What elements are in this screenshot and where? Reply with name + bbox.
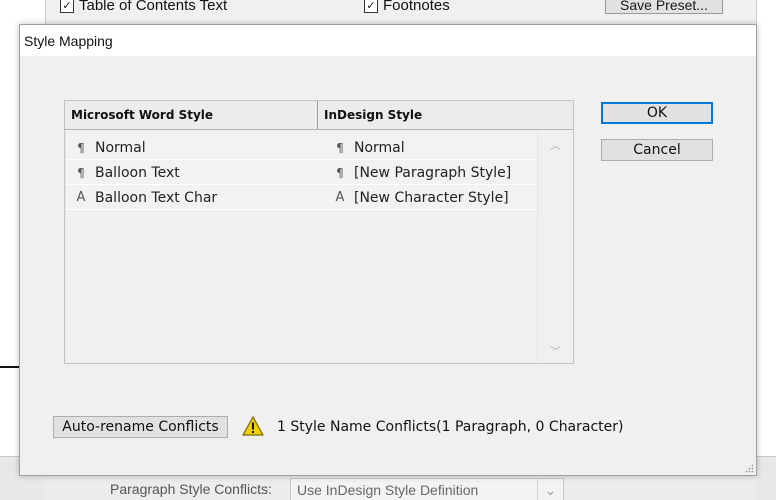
chevron-down-icon[interactable]: ﹀ [538, 343, 573, 359]
paragraph-style-conflicts-label: Paragraph Style Conflicts: [110, 481, 272, 497]
indesign-style-cell[interactable]: ¶ [New Paragraph Style] [333, 160, 511, 185]
footnotes-label: Footnotes [383, 0, 450, 14]
auto-rename-conflicts-button[interactable]: Auto-rename Conflicts [53, 416, 228, 438]
chevron-down-icon: ⌄ [537, 479, 563, 500]
character-icon: A [76, 190, 86, 205]
paragraph-icon: ¶ [336, 165, 344, 180]
toc-text-label: Table of Contents Text [79, 0, 228, 14]
divider-line [0, 366, 20, 368]
cancel-button[interactable]: Cancel [601, 139, 713, 161]
word-style-cell: A Balloon Text Char [74, 185, 218, 210]
word-style-cell: ¶ Balloon Text [74, 160, 180, 185]
indesign-style-name: [New Paragraph Style] [354, 164, 512, 181]
indesign-style-cell[interactable]: ¶ Normal [333, 135, 405, 160]
table-row[interactable]: ¶ Balloon Text ¶ [New Paragraph Style] [66, 160, 540, 185]
style-mapping-table: Microsoft Word Style InDesign Style ¶ No… [64, 100, 574, 364]
vertical-scrollbar[interactable]: ︿ ﹀ [537, 131, 573, 363]
paragraph-icon: ¶ [77, 165, 85, 180]
dialog-title: Style Mapping [24, 33, 113, 49]
dialog-titlebar[interactable]: Style Mapping [20, 25, 756, 56]
table-body: ¶ Normal ¶ Normal ¶ Balloon Text ¶ [New … [65, 131, 540, 363]
toc-text-checkbox[interactable]: ✓ Table of Contents Text [60, 0, 227, 14]
word-style-name: Normal [95, 139, 146, 156]
warning-icon [242, 416, 264, 436]
checkmark-icon: ✓ [364, 0, 378, 13]
checkmark-icon: ✓ [60, 0, 74, 13]
indesign-style-name: [New Character Style] [354, 189, 509, 206]
conflicts-status-text: 1 Style Name Conflicts(1 Paragraph, 0 Ch… [277, 419, 624, 435]
resize-grip-icon[interactable] [744, 463, 754, 473]
column-header-indesign-style[interactable]: InDesign Style [318, 101, 573, 129]
indesign-style-name: Normal [354, 139, 405, 156]
character-icon: A [335, 190, 345, 205]
footnotes-checkbox[interactable]: ✓ Footnotes [364, 0, 450, 14]
style-mapping-dialog: Style Mapping Microsoft Word Style InDes… [19, 24, 757, 476]
word-style-name: Balloon Text Char [95, 189, 218, 206]
paragraph-style-conflicts-select[interactable]: Use InDesign Style Definition ⌄ [290, 478, 564, 500]
table-row[interactable]: ¶ Normal ¶ Normal [66, 135, 540, 160]
column-header-word-style[interactable]: Microsoft Word Style [65, 101, 318, 129]
table-row[interactable]: A Balloon Text Char A [New Character Sty… [66, 185, 540, 210]
table-header: Microsoft Word Style InDesign Style [65, 101, 573, 130]
ok-button[interactable]: OK [601, 102, 713, 124]
save-preset-button[interactable]: Save Preset... [605, 0, 723, 14]
chevron-up-icon[interactable]: ︿ [538, 137, 573, 153]
indesign-style-cell[interactable]: A [New Character Style] [333, 185, 509, 210]
paragraph-style-conflicts-value: Use InDesign Style Definition [297, 482, 479, 498]
paragraph-icon: ¶ [77, 140, 85, 155]
word-style-cell: ¶ Normal [74, 135, 146, 160]
word-style-name: Balloon Text [95, 164, 180, 181]
paragraph-icon: ¶ [336, 140, 344, 155]
